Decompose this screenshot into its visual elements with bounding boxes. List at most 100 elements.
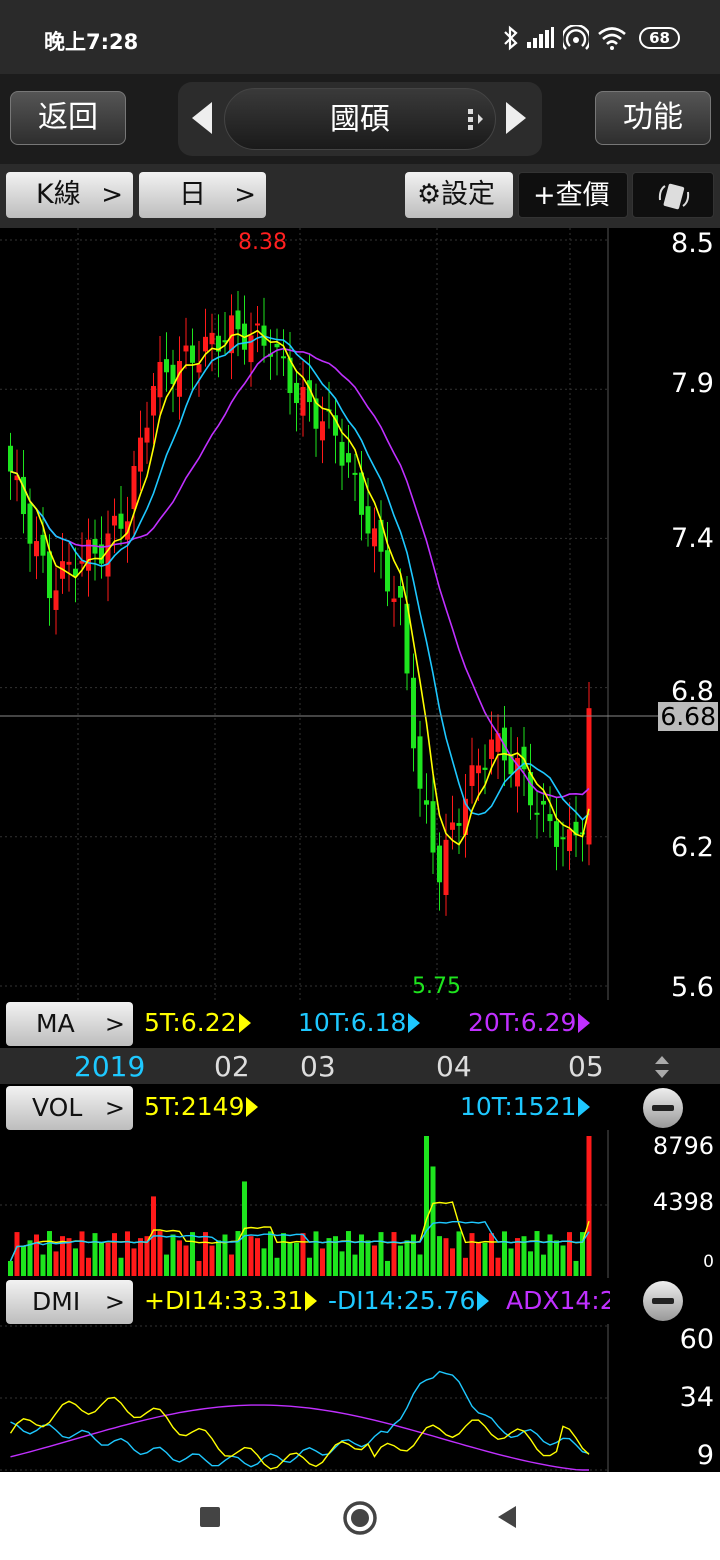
volume-bar xyxy=(112,1233,117,1276)
volume-bar xyxy=(352,1254,358,1276)
dmi-axis-label: 60 xyxy=(679,1324,714,1355)
candle-body xyxy=(430,801,436,853)
ma-button[interactable]: MA > xyxy=(6,1002,133,1046)
candle-body xyxy=(567,829,572,852)
recents-icon[interactable] xyxy=(199,1506,221,1528)
vol-button-label: VOL xyxy=(32,1093,83,1122)
vol-ma10-value: 10T:1521 xyxy=(460,1092,591,1121)
volume-bar xyxy=(53,1251,59,1276)
hotspot-icon xyxy=(563,25,590,50)
candle-body xyxy=(489,739,494,759)
volume-bar xyxy=(34,1234,39,1276)
volume-bar xyxy=(222,1234,228,1276)
candle-body xyxy=(131,466,137,509)
date-axis-label: 2019 xyxy=(74,1050,146,1083)
volume-bar xyxy=(300,1233,306,1276)
volume-bar xyxy=(385,1260,390,1276)
candle-body xyxy=(385,550,390,592)
candle-body xyxy=(547,814,553,822)
volume-bar xyxy=(528,1251,533,1276)
stock-switcher: 國碩 xyxy=(178,82,542,156)
volume-bar xyxy=(40,1254,46,1276)
period-label: 日 xyxy=(179,179,206,210)
gear-icon: ⚙ xyxy=(417,179,442,210)
candle-body xyxy=(417,736,423,789)
high-price-label: 8.38 xyxy=(238,230,287,255)
candle-body xyxy=(40,534,46,556)
kline-chart[interactable]: 8.38 5.75 8.5 7.9 7.4 6.8 6.2 5.6 6.68 xyxy=(0,228,720,1003)
candle-body xyxy=(437,845,442,883)
volume-bar xyxy=(326,1238,332,1276)
price-axis-label: 7.4 xyxy=(671,523,714,554)
dmi-button-label: DMI xyxy=(32,1287,81,1316)
volume-bar xyxy=(183,1245,189,1276)
volume-bar xyxy=(86,1257,91,1276)
volume-bar xyxy=(365,1240,371,1276)
date-axis-label: 05 xyxy=(568,1050,604,1083)
volume-bar xyxy=(157,1231,163,1276)
candle-body xyxy=(534,812,540,815)
volume-bar xyxy=(508,1248,514,1276)
volume-bar xyxy=(294,1242,299,1276)
collapse-vol-button[interactable] xyxy=(643,1088,683,1128)
period-button[interactable]: 日 > xyxy=(139,172,266,218)
candle-body xyxy=(274,343,280,348)
volume-bar xyxy=(411,1234,416,1276)
dmi-indicator-bar: DMI > +DI14:33.31 -DI14:25.76 ADX14:2 xyxy=(0,1278,720,1326)
next-stock-arrow-icon[interactable] xyxy=(506,102,526,134)
mdi-value: -DI14:25.76 xyxy=(328,1286,490,1315)
volume-bar xyxy=(573,1260,579,1276)
chevron-right-icon: > xyxy=(101,180,123,210)
vol-button[interactable]: VOL > xyxy=(6,1086,133,1130)
volume-bar xyxy=(196,1260,202,1276)
date-axis-label: 04 xyxy=(436,1050,472,1083)
dmi-axis-label: 9 xyxy=(696,1440,714,1471)
settings-button[interactable]: ⚙ 設定 xyxy=(405,172,513,218)
volume-bar xyxy=(469,1233,475,1276)
volume-bar xyxy=(404,1240,410,1276)
volume-bar xyxy=(547,1234,553,1276)
price-axis-label: 6.2 xyxy=(671,832,714,863)
volume-bar xyxy=(495,1257,501,1276)
candle-body xyxy=(190,345,195,363)
home-icon[interactable] xyxy=(342,1500,378,1536)
pdi-value: +DI14:33.31 xyxy=(144,1286,318,1315)
vol-axis-label: 4398 xyxy=(652,1188,714,1216)
quote-label: +查價 xyxy=(533,180,610,211)
volume-bar xyxy=(398,1245,403,1276)
chevron-right-icon: > xyxy=(234,180,256,210)
volume-bar xyxy=(463,1257,468,1276)
back-nav-icon[interactable] xyxy=(496,1505,518,1529)
volume-bar xyxy=(476,1242,481,1276)
collapse-dmi-button[interactable] xyxy=(643,1281,683,1321)
volume-bar xyxy=(560,1245,566,1276)
volume-bar xyxy=(92,1233,98,1276)
volume-bar xyxy=(443,1238,449,1276)
function-button[interactable]: 功能 xyxy=(595,91,711,145)
dmi-button[interactable]: DMI > xyxy=(6,1280,133,1324)
rotate-screen-button[interactable] xyxy=(632,172,714,218)
chart-toolbar: K線 > 日 > ⚙ 設定 +查價 xyxy=(0,164,720,228)
candle-body xyxy=(47,551,52,599)
vol-axis-label: 8796 xyxy=(652,1132,714,1160)
stock-list-icon[interactable] xyxy=(466,106,486,132)
volume-bar xyxy=(131,1248,137,1276)
app-header: 返回 國碩 功能 xyxy=(0,74,720,164)
candle-body xyxy=(450,822,455,830)
resize-handle-icon[interactable] xyxy=(652,1054,672,1080)
candle-body xyxy=(138,437,143,472)
candle-body xyxy=(469,765,475,786)
status-time: 晚上7:28 xyxy=(44,30,139,54)
kline-type-button[interactable]: K線 > xyxy=(6,172,133,218)
wifi-icon xyxy=(598,27,626,50)
volume-bar xyxy=(274,1257,280,1276)
candle-body xyxy=(476,765,481,774)
quote-button[interactable]: +查價 xyxy=(518,172,628,218)
candle-body xyxy=(235,310,241,330)
candle-body xyxy=(281,356,286,359)
candle-body xyxy=(203,336,208,352)
ma20-value: 20T:6.29 xyxy=(468,1008,591,1037)
back-button[interactable]: 返回 xyxy=(10,91,126,145)
candle-body xyxy=(105,533,111,577)
volume-bar xyxy=(21,1245,26,1276)
